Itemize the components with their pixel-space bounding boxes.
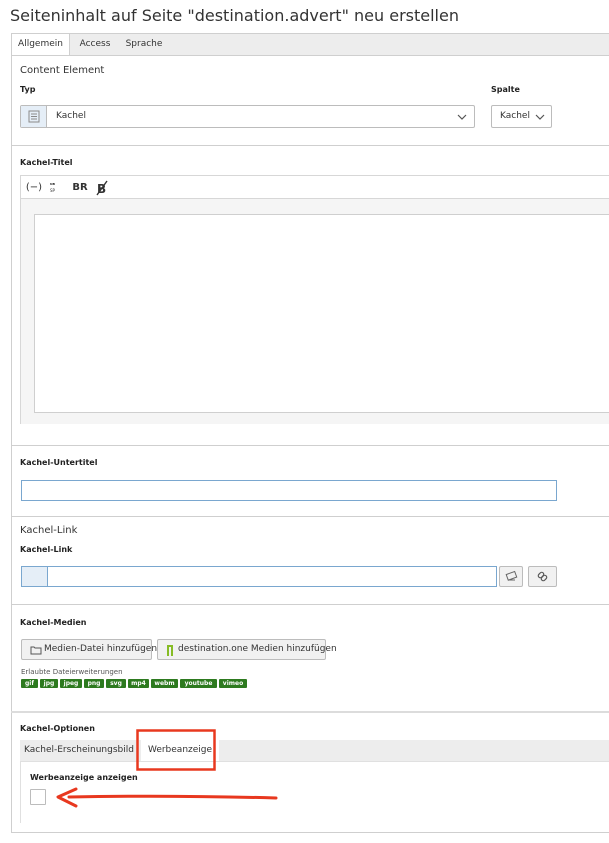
annotation-overlay <box>56 729 278 808</box>
arrow-shaft <box>67 794 278 800</box>
highlight-box <box>136 729 216 771</box>
